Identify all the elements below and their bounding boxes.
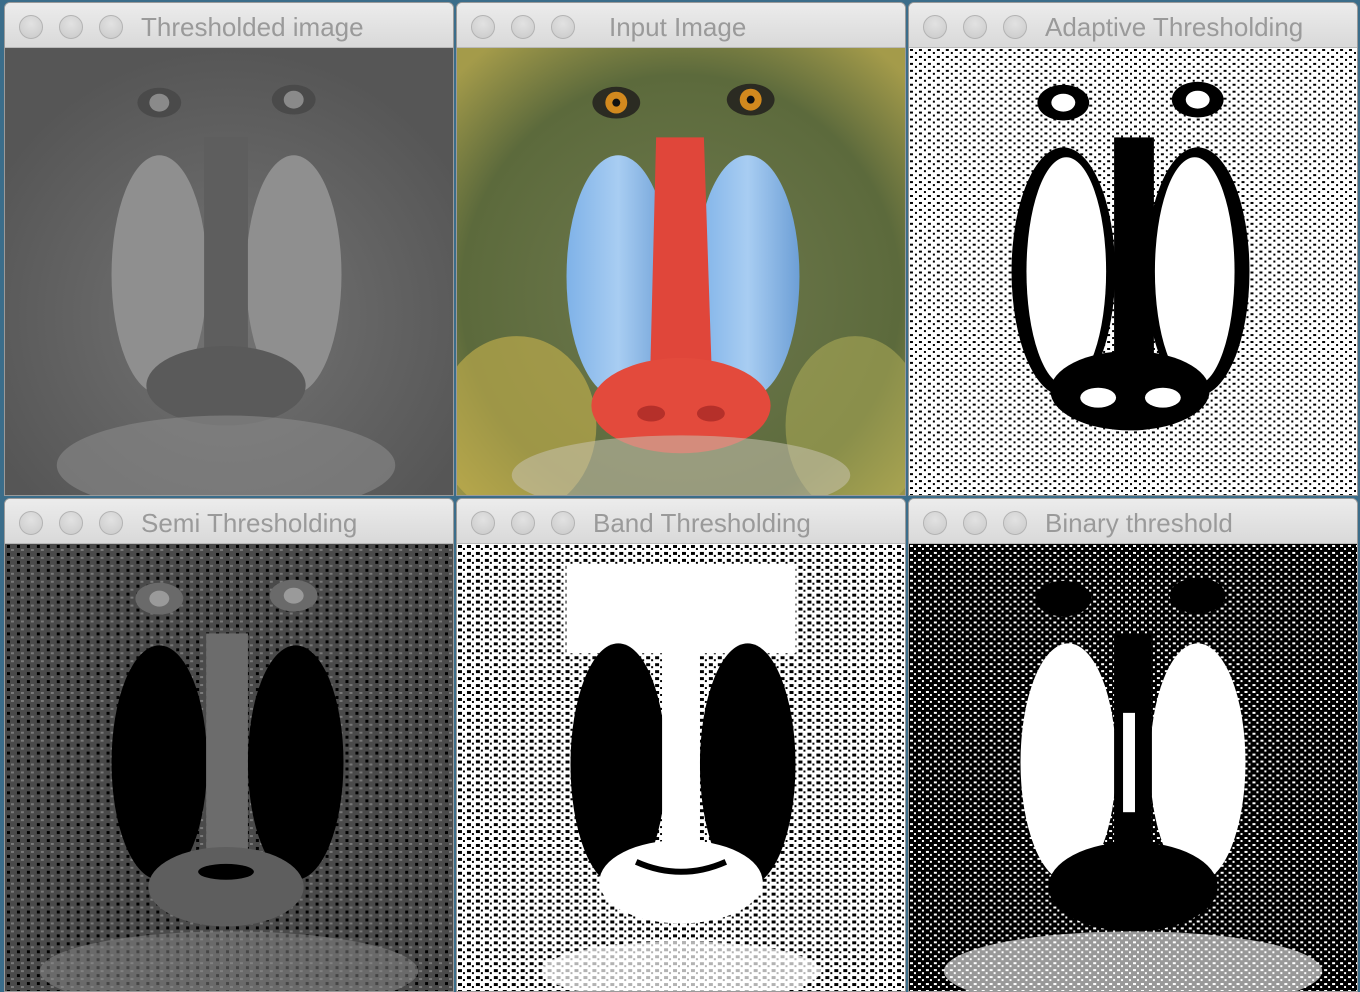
window-semi-thresholding[interactable]: Semi Thresholding xyxy=(4,498,454,992)
titlebar[interactable]: Adaptive Thresholding xyxy=(909,3,1357,48)
minimize-light-icon[interactable] xyxy=(59,511,83,535)
minimize-light-icon[interactable] xyxy=(963,511,987,535)
close-light-icon[interactable] xyxy=(19,15,43,39)
thresholded-image-view xyxy=(5,48,453,495)
minimize-light-icon[interactable] xyxy=(59,15,83,39)
titlebar[interactable]: Thresholded image xyxy=(5,3,453,48)
semi-thresholding-view xyxy=(5,544,453,991)
close-light-icon[interactable] xyxy=(923,511,947,535)
zoom-light-icon[interactable] xyxy=(1003,511,1027,535)
titlebar[interactable]: Input Image xyxy=(457,3,905,48)
window-binary-threshold[interactable]: Binary threshold xyxy=(908,498,1358,992)
zoom-light-icon[interactable] xyxy=(551,511,575,535)
window-title: Semi Thresholding xyxy=(141,508,358,538)
close-light-icon[interactable] xyxy=(923,15,947,39)
window-title: Adaptive Thresholding xyxy=(1045,12,1304,42)
titlebar[interactable]: Binary threshold xyxy=(909,499,1357,544)
window-title: Band Thresholding xyxy=(593,508,811,538)
titlebar[interactable]: Band Thresholding xyxy=(457,499,905,544)
window-title: Thresholded image xyxy=(141,12,364,42)
close-light-icon[interactable] xyxy=(471,15,495,39)
band-thresholding-view xyxy=(457,544,905,991)
adaptive-thresholding-view xyxy=(909,48,1357,495)
close-light-icon[interactable] xyxy=(19,511,43,535)
zoom-light-icon[interactable] xyxy=(99,511,123,535)
window-adaptive-thresholding[interactable]: Adaptive Thresholding xyxy=(908,2,1358,496)
window-band-thresholding[interactable]: Band Thresholding xyxy=(456,498,906,992)
input-image-view xyxy=(457,48,905,495)
minimize-light-icon[interactable] xyxy=(963,15,987,39)
close-light-icon[interactable] xyxy=(471,511,495,535)
binary-threshold-view xyxy=(909,544,1357,991)
zoom-light-icon[interactable] xyxy=(99,15,123,39)
titlebar[interactable]: Semi Thresholding xyxy=(5,499,453,544)
minimize-light-icon[interactable] xyxy=(511,511,535,535)
zoom-light-icon[interactable] xyxy=(551,15,575,39)
window-title: Input Image xyxy=(609,12,747,42)
window-thresholded-image[interactable]: Thresholded image xyxy=(4,2,454,496)
window-input-image[interactable]: Input Image xyxy=(456,2,906,496)
minimize-light-icon[interactable] xyxy=(511,15,535,39)
window-title: Binary threshold xyxy=(1045,508,1233,538)
zoom-light-icon[interactable] xyxy=(1003,15,1027,39)
